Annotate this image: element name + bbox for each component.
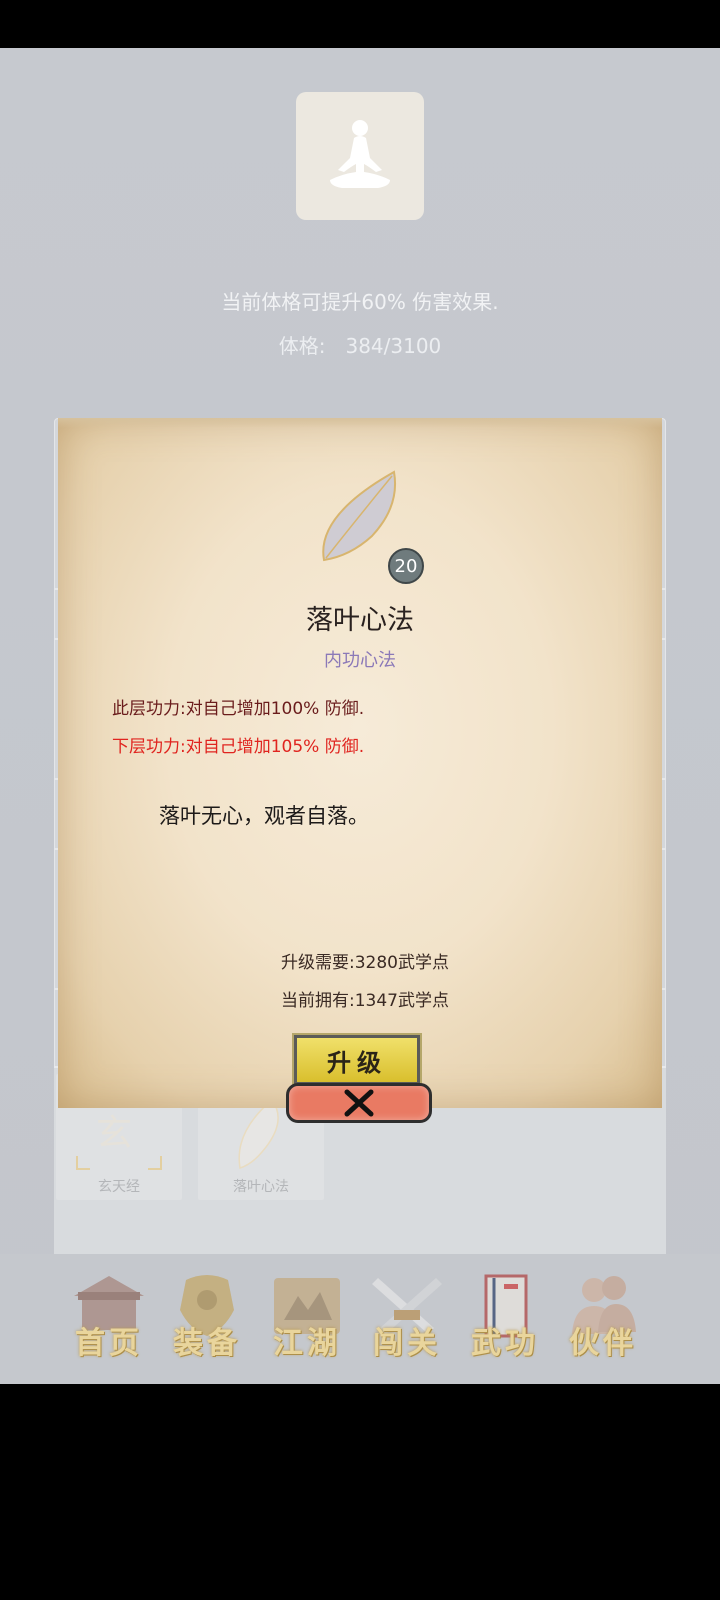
skill-name: 落叶心法 bbox=[306, 605, 414, 636]
close-x-icon bbox=[344, 1089, 374, 1117]
level-badge: 20 bbox=[388, 548, 424, 584]
nav-item-companions[interactable]: 伙伴 bbox=[558, 1270, 648, 1370]
nav-item-equipment[interactable]: 装备 bbox=[162, 1270, 252, 1370]
nav-label: 伙伴 bbox=[569, 1326, 637, 1361]
stat-readout: 体格: 384/3100 bbox=[0, 330, 720, 359]
nav-item-jianghu[interactable]: 江湖 bbox=[262, 1270, 352, 1370]
current-layer-effect: 此层功力:对自己增加100% 防御. bbox=[112, 699, 365, 719]
stat-value: 384/3100 bbox=[345, 334, 442, 358]
bottom-black-area bbox=[0, 1384, 720, 1600]
stat-label: 体格: bbox=[278, 334, 326, 358]
nav-label: 装备 bbox=[173, 1326, 241, 1361]
bottom-nav: 首页 装备 江湖 闯关 武功 伙伴 bbox=[0, 1254, 720, 1384]
points-owned: 当前拥有:1347武学点 bbox=[281, 991, 449, 1011]
leaf-icon bbox=[322, 470, 396, 562]
upgrade-button[interactable]: 升级 bbox=[292, 1033, 422, 1087]
xuan-scroll-icon: 玄 bbox=[96, 1113, 133, 1154]
nav-label: 闯关 bbox=[373, 1326, 441, 1361]
nav-item-martial-arts[interactable]: 武功 bbox=[460, 1270, 550, 1370]
skill-tile-label: 落叶心法 bbox=[233, 1179, 289, 1195]
flavor-text: 落叶无心，观者自落。 bbox=[159, 804, 369, 828]
frame-corner bbox=[76, 1156, 90, 1170]
skill-detail-dialog: 20 落叶心法 内功心法 此层功力:对自己增加100% 防御. 下层功力:对自己… bbox=[58, 418, 662, 1108]
skill-tile-label: 玄天经 bbox=[98, 1179, 140, 1195]
status-bar bbox=[0, 0, 720, 48]
nav-label: 江湖 bbox=[273, 1326, 341, 1361]
game-screen: 当前体格可提升60% 伤害效果. 体格: 384/3100 玄 玄天经 落叶心法 … bbox=[0, 48, 720, 1384]
nav-label: 首页 bbox=[75, 1326, 143, 1361]
parchment-edge bbox=[58, 418, 662, 428]
nav-item-home[interactable]: 首页 bbox=[64, 1270, 154, 1370]
meditating-figure-icon bbox=[330, 120, 390, 188]
frame-corner bbox=[148, 1156, 162, 1170]
close-button[interactable] bbox=[286, 1083, 432, 1123]
skill-type: 内功心法 bbox=[324, 650, 396, 671]
nav-label: 武功 bbox=[471, 1326, 539, 1361]
nav-item-challenge[interactable]: 闯关 bbox=[362, 1270, 452, 1370]
stat-description: 当前体格可提升60% 伤害效果. bbox=[221, 290, 499, 314]
upgrade-cost: 升级需要:3280武学点 bbox=[281, 953, 449, 973]
avatar[interactable] bbox=[296, 92, 424, 220]
next-layer-effect: 下层功力:对自己增加105% 防御. bbox=[112, 737, 365, 757]
upgrade-button-label: 升级 bbox=[327, 1047, 387, 1077]
